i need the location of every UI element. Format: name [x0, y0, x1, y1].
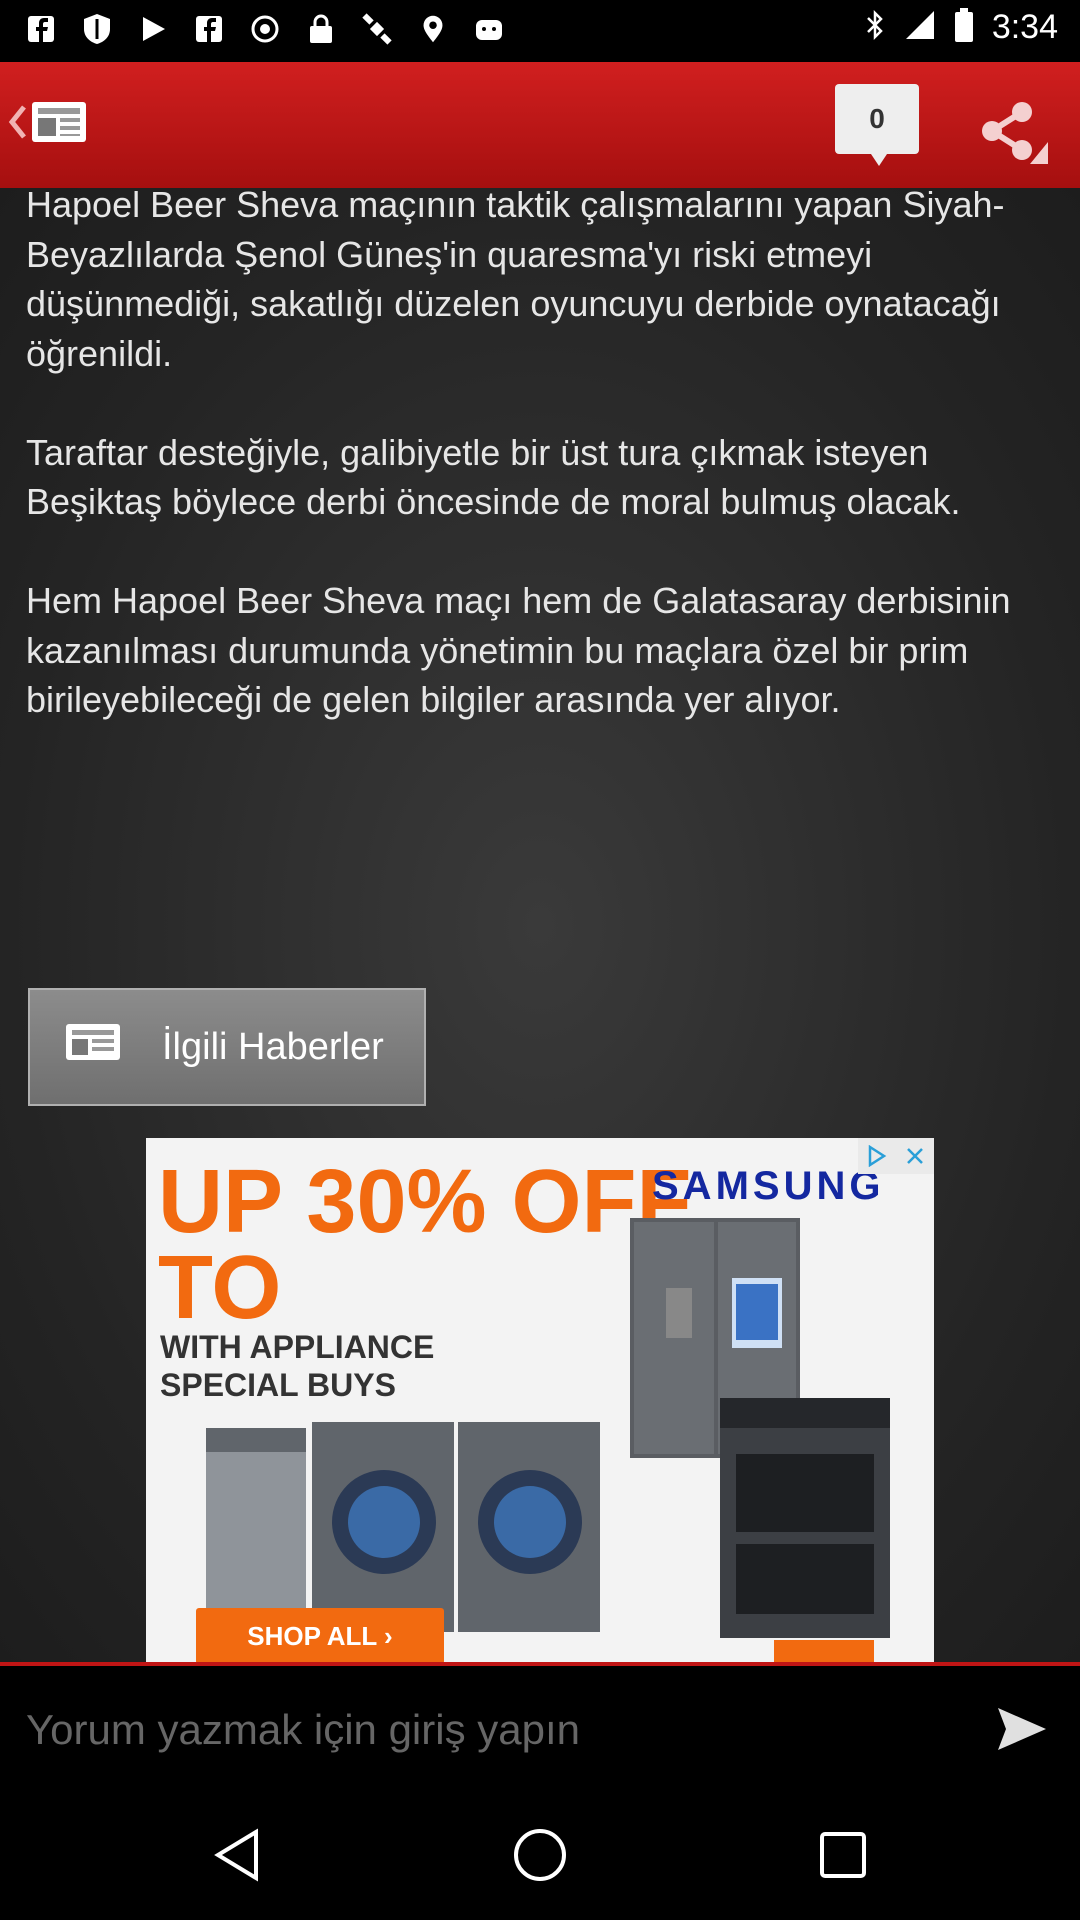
related-news-button[interactable]: İlgili Haberler: [28, 988, 426, 1106]
facebook-icon: [24, 12, 58, 46]
article-paragraph: Taraftar desteğiyle, galibiyetle bir üst…: [26, 431, 961, 523]
comment-input[interactable]: [24, 1684, 968, 1776]
satellite-icon: [360, 12, 394, 46]
signal-icon: [904, 9, 936, 46]
chevron-left-icon: [8, 104, 26, 144]
navigation-bar: [0, 1794, 1080, 1920]
newspaper-icon: [64, 1022, 122, 1072]
alarm-icon: [248, 12, 282, 46]
recents-square-icon: [818, 1830, 868, 1885]
ad-corner-banner: [774, 1640, 874, 1662]
share-icon: [972, 102, 1048, 168]
status-bar: 3:34: [0, 0, 1080, 62]
back-triangle-icon: [212, 1827, 262, 1887]
ad-shop-all-button[interactable]: SHOP ALL ›: [196, 1608, 444, 1662]
home-circle-icon: [512, 1827, 568, 1888]
nav-back-button[interactable]: [202, 1822, 272, 1892]
notification-icons: [24, 12, 506, 46]
article-paragraph: Hapoel Beer Sheva maçının taktik çalışma…: [26, 188, 1005, 374]
comment-count-button[interactable]: 0: [835, 84, 919, 166]
share-button[interactable]: [972, 98, 1048, 164]
article-text: Hapoel Beer Sheva maçının taktik çalışma…: [26, 188, 1056, 774]
status-time: 3:34: [991, 8, 1058, 46]
play-store-icon: [136, 12, 170, 46]
comment-bar: [0, 1662, 1080, 1794]
back-button[interactable]: [8, 96, 96, 152]
shield-icon: [80, 12, 114, 46]
send-icon: [994, 1708, 1050, 1758]
app-header: 0: [0, 62, 1080, 188]
bluetooth-icon: [864, 9, 886, 46]
related-news-label: İlgili Haberler: [162, 1025, 384, 1068]
appliances-image: [206, 1218, 890, 1638]
nav-home-button[interactable]: [505, 1822, 575, 1892]
newspaper-icon: [30, 100, 88, 149]
samsung-ad[interactable]: UP 30% OFF TO WITH APPLIANCE SPECIAL BUY…: [146, 1138, 934, 1662]
article-paragraph: Hem Hapoel Beer Sheva maçı hem de Galata…: [26, 580, 1011, 720]
battery-icon: [954, 8, 974, 47]
article-body: Hapoel Beer Sheva maçının taktik çalışma…: [0, 188, 1080, 1662]
android-icon: [472, 12, 506, 46]
send-button[interactable]: [994, 1704, 1054, 1760]
facebook-icon: [192, 12, 226, 46]
nav-recents-button[interactable]: [808, 1822, 878, 1892]
fake-gps-icon: [416, 12, 450, 46]
lock-icon: [304, 12, 338, 46]
